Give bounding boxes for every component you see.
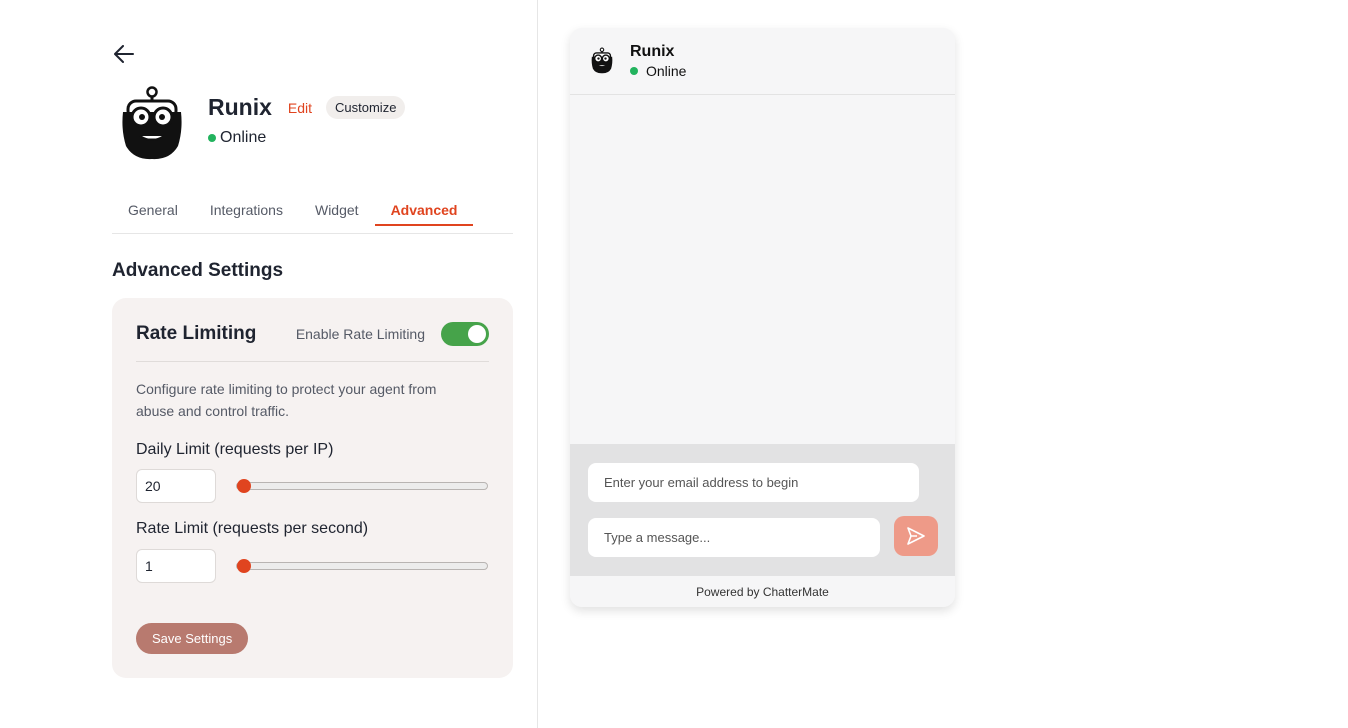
agent-status: Online <box>208 129 405 147</box>
daily-limit-input[interactable] <box>136 469 216 503</box>
agent-profile: Runix Edit Customize Online <box>112 86 406 162</box>
agent-avatar <box>122 86 182 160</box>
save-settings-button[interactable]: Save Settings <box>136 623 249 654</box>
widget-status: Online <box>630 63 686 79</box>
agent-name: Runix <box>208 94 272 120</box>
slider-thumb[interactable] <box>237 479 251 493</box>
settings-tabs: General Integrations Widget Advanced <box>112 192 513 234</box>
toggle-row: Enable Rate Limiting <box>296 322 489 346</box>
tab-advanced[interactable]: Advanced <box>374 192 474 226</box>
agent-info: Runix Edit Customize Online <box>208 94 406 147</box>
chat-input-area <box>570 444 955 576</box>
toggle-knob <box>468 325 486 343</box>
slider-thumb[interactable] <box>237 559 251 573</box>
email-input[interactable] <box>588 463 919 502</box>
rate-limiting-toggle[interactable] <box>441 322 489 346</box>
online-dot-icon <box>630 67 638 75</box>
back-button[interactable] <box>112 42 136 66</box>
edit-link[interactable]: Edit <box>288 100 312 116</box>
card-description: Configure rate limiting to protect your … <box>136 381 437 419</box>
agent-status-text: Online <box>220 129 267 146</box>
widget-header: Runix Online <box>570 28 955 95</box>
widget-agent-name: Runix <box>630 43 675 60</box>
arrow-left-icon <box>114 45 134 63</box>
daily-limit-label: Daily Limit (requests per IP) <box>136 441 334 458</box>
powered-by: Powered by ChatterMate <box>570 576 955 607</box>
online-dot-icon <box>208 134 216 142</box>
tab-widget[interactable]: Widget <box>299 192 375 226</box>
rate-limit-slider[interactable] <box>236 559 488 573</box>
send-icon <box>907 527 925 545</box>
tab-integrations[interactable]: Integrations <box>194 192 299 226</box>
widget-avatar <box>591 47 613 74</box>
rate-limiting-card: Rate Limiting Enable Rate Limiting Confi… <box>112 298 513 678</box>
rate-limit-label: Rate Limit (requests per second) <box>136 520 369 537</box>
chat-widget-preview: Runix Online Powered by ChatterMate <box>570 28 955 607</box>
widget-status-text: Online <box>646 63 687 79</box>
card-title: Rate Limiting <box>136 323 257 344</box>
rate-limit-input[interactable] <box>136 549 216 583</box>
agent-settings-panel: Runix Edit Customize Online General Inte… <box>0 0 538 728</box>
customize-button[interactable]: Customize <box>326 96 406 119</box>
message-input[interactable] <box>588 518 880 557</box>
tab-general[interactable]: General <box>112 192 194 226</box>
send-button[interactable] <box>894 516 938 556</box>
widget-agent-info: Runix Online <box>630 43 686 79</box>
toggle-label: Enable Rate Limiting <box>295 326 425 342</box>
daily-limit-slider[interactable] <box>236 479 488 493</box>
section-title: Advanced Settings <box>112 260 284 281</box>
chat-message-area <box>570 95 955 444</box>
card-header: Rate Limiting Enable Rate Limiting <box>136 318 489 362</box>
agent-name-row: Runix Edit Customize <box>208 94 406 121</box>
